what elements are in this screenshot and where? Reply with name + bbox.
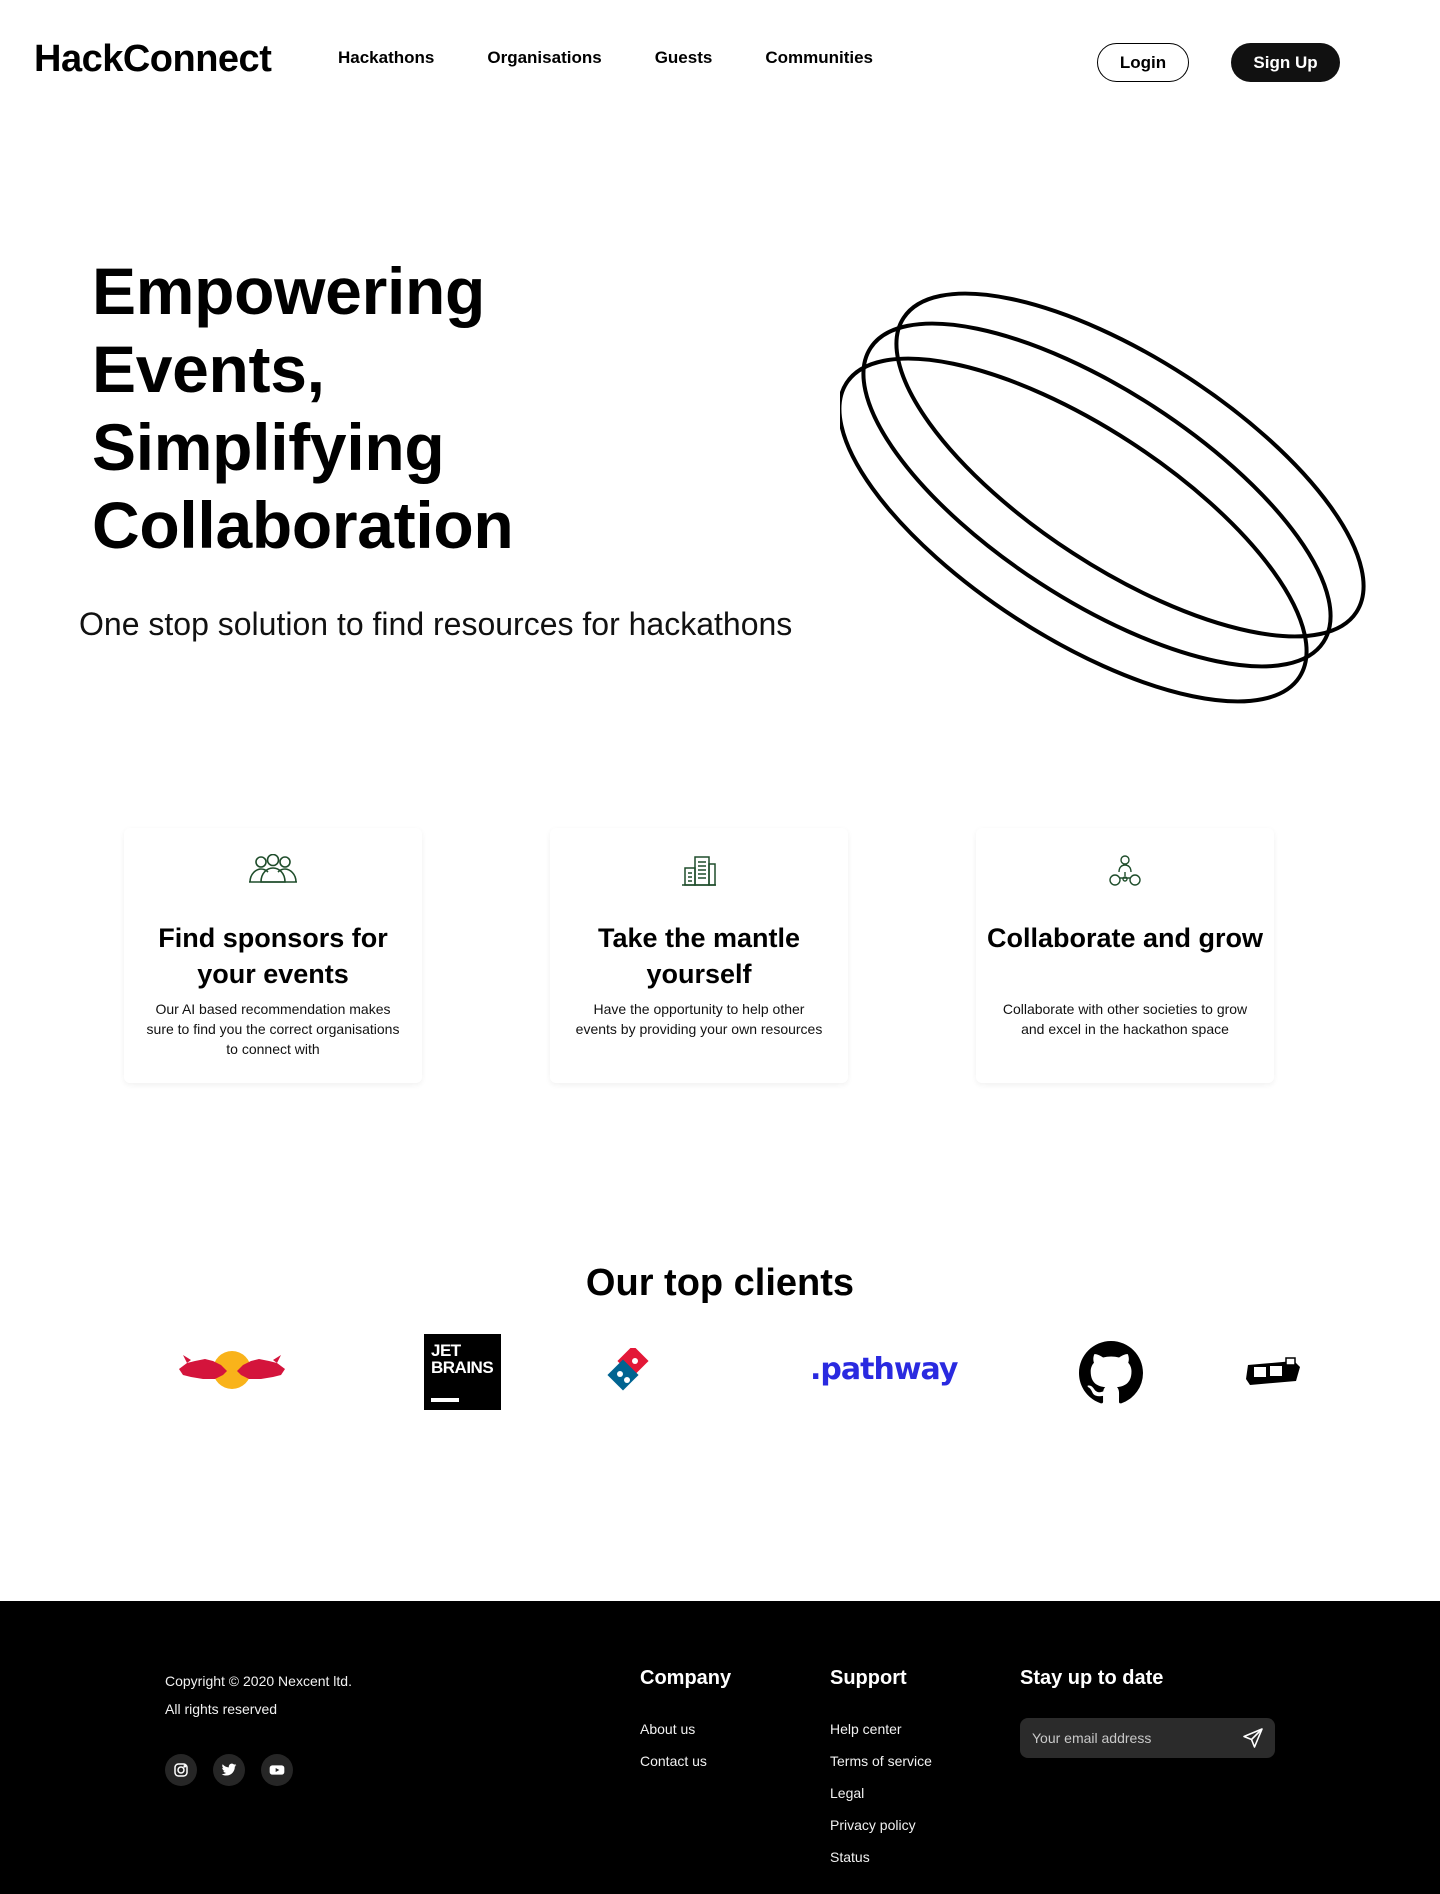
feature-description: Have the opportunity to help other event… bbox=[575, 1001, 823, 1037]
feature-title: Take the mantle yourself bbox=[597, 923, 801, 989]
instagram-icon bbox=[174, 1763, 188, 1777]
footer-link-about[interactable]: About us bbox=[640, 1721, 695, 1737]
login-button[interactable]: Login bbox=[1097, 43, 1189, 82]
collaboration-icon bbox=[1109, 855, 1141, 886]
hero-title-line: Simplifying bbox=[92, 410, 445, 484]
support-column-title: Support bbox=[830, 1667, 907, 1689]
feature-description: Collaborate with other societies to grow… bbox=[1002, 1001, 1248, 1037]
footer-link-terms[interactable]: Terms of service bbox=[830, 1753, 932, 1769]
nav-links: Hackathons Organisations Guests Communit… bbox=[338, 48, 926, 68]
feature-title: Collaborate and grow bbox=[986, 923, 1264, 953]
buildings-icon bbox=[682, 856, 716, 886]
footer: Copyright © 2020 Nexcent ltd. All rights… bbox=[0, 1601, 1440, 1894]
github-logo bbox=[1079, 1341, 1143, 1404]
youtube-icon bbox=[269, 1765, 285, 1775]
footer-link-contact[interactable]: Contact us bbox=[640, 1753, 707, 1769]
hero-title: Empowering Events, Simplifying Collabora… bbox=[92, 252, 712, 564]
people-group-icon bbox=[249, 854, 297, 883]
newsletter-title: Stay up to date bbox=[1020, 1667, 1164, 1689]
nav-link-communities[interactable]: Communities bbox=[765, 48, 873, 68]
jetbrains-logo: JET BRAINS bbox=[424, 1334, 501, 1410]
sponsor-logo bbox=[1246, 1357, 1300, 1385]
feature-card-collaborate: Collaborate and grow Collaborate with ot… bbox=[976, 828, 1274, 1083]
nav-link-organisations[interactable]: Organisations bbox=[487, 48, 601, 68]
footer-link-legal[interactable]: Legal bbox=[830, 1785, 864, 1801]
hero-title-line: Collaboration bbox=[92, 488, 514, 562]
youtube-link[interactable] bbox=[261, 1754, 293, 1786]
clients-section-title: Our top clients bbox=[585, 1262, 855, 1304]
feature-title: Find sponsors for your events bbox=[158, 923, 388, 989]
feature-description: Our AI based recommendation makes sure t… bbox=[146, 1001, 400, 1057]
hero-title-line: Empowering bbox=[92, 254, 486, 328]
dominos-logo bbox=[607, 1348, 649, 1391]
brand-logo-text[interactable]: HackConnect bbox=[34, 38, 272, 81]
footer-link-privacy[interactable]: Privacy policy bbox=[830, 1817, 916, 1833]
company-column-title: Company bbox=[640, 1667, 732, 1689]
top-navbar: HackConnect Hackathons Organisations Gue… bbox=[0, 0, 1440, 120]
rights-text: All rights reserved bbox=[165, 1701, 278, 1717]
twitter-link[interactable] bbox=[213, 1754, 245, 1786]
rings-illustration bbox=[840, 291, 1366, 704]
footer-link-status[interactable]: Status bbox=[830, 1849, 870, 1865]
nav-link-guests[interactable]: Guests bbox=[655, 48, 713, 68]
nav-link-hackathons[interactable]: Hackathons bbox=[338, 48, 434, 68]
email-input[interactable] bbox=[1032, 1718, 1232, 1758]
twitter-icon bbox=[221, 1763, 237, 1776]
jetbrains-logo-text: BRAINS bbox=[431, 1358, 494, 1377]
footer-link-help[interactable]: Help center bbox=[830, 1721, 902, 1737]
hero-subtitle: One stop solution to find resources for … bbox=[79, 606, 793, 642]
feature-card-sponsors: Find sponsors for your events Our AI bas… bbox=[124, 828, 422, 1083]
signup-button[interactable]: Sign Up bbox=[1231, 43, 1340, 82]
newsletter-form bbox=[1020, 1718, 1275, 1758]
copyright-text: Copyright © 2020 Nexcent ltd. bbox=[165, 1673, 352, 1689]
feature-card-mantle: Take the mantle yourself Have the opport… bbox=[550, 828, 848, 1083]
hero-title-line: Events, bbox=[92, 332, 325, 406]
jetbrains-logo-text: JET bbox=[431, 1341, 461, 1360]
instagram-link[interactable] bbox=[165, 1754, 197, 1786]
redbull-logo bbox=[179, 1351, 285, 1389]
send-icon[interactable] bbox=[1241, 1726, 1265, 1750]
pathway-logo: .pathway bbox=[810, 1352, 958, 1387]
copyright-block: Copyright © 2020 Nexcent ltd. All rights… bbox=[165, 1667, 352, 1723]
